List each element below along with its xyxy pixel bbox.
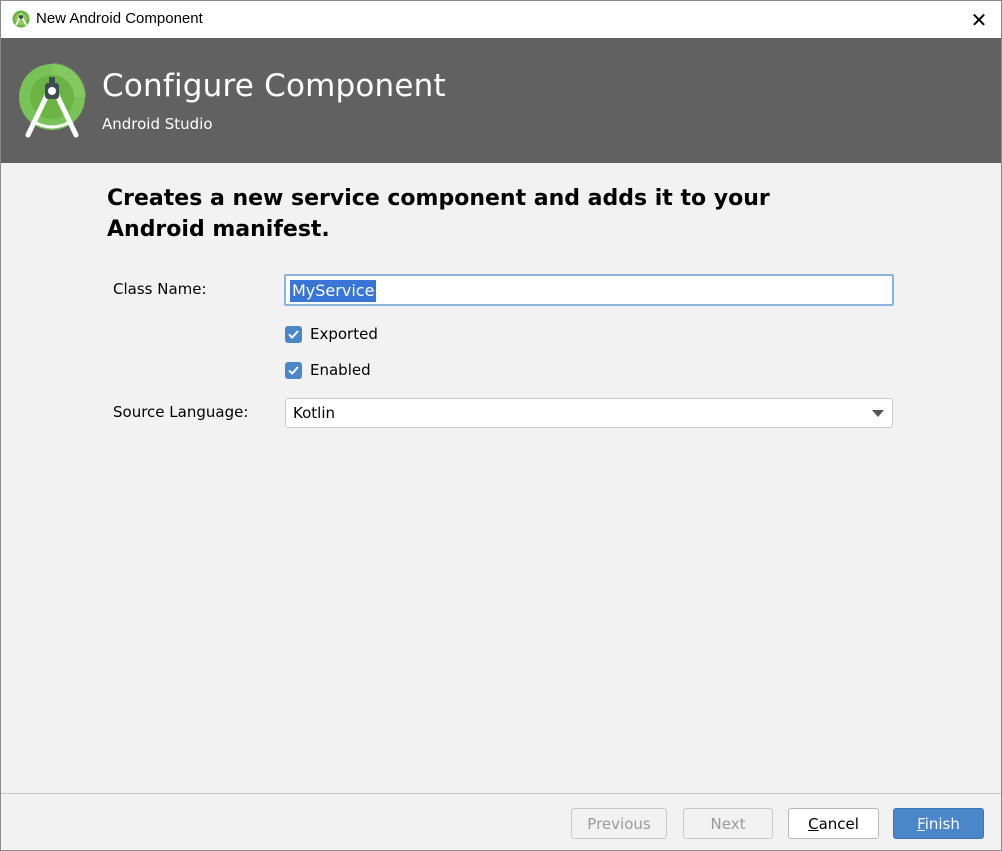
- exported-label: Exported: [310, 325, 378, 343]
- source-language-label: Source Language:: [113, 403, 249, 421]
- wizard-header: Configure Component Android Studio: [1, 38, 1001, 163]
- class-name-input[interactable]: MyService: [284, 274, 894, 306]
- close-button[interactable]: ✕: [957, 1, 1001, 38]
- chevron-down-icon: [872, 410, 884, 417]
- page-title: Configure Component: [102, 68, 446, 104]
- footer-divider: [1, 793, 1001, 794]
- next-label: Next: [710, 814, 746, 833]
- previous-button[interactable]: Previous: [571, 808, 667, 839]
- cancel-button[interactable]: Cancel: [788, 808, 879, 839]
- previous-label: Previous: [587, 814, 651, 833]
- checkbox-checked-icon: [285, 325, 302, 343]
- exported-checkbox[interactable]: Exported: [285, 324, 378, 344]
- finish-button[interactable]: Finish: [893, 808, 984, 839]
- class-name-label: Class Name:: [113, 280, 207, 298]
- android-studio-icon: [12, 10, 30, 28]
- android-studio-logo: [19, 63, 86, 138]
- dialog-window: New Android Component ✕ Configure Compon…: [0, 0, 1002, 851]
- enabled-checkbox[interactable]: Enabled: [285, 360, 371, 380]
- source-language-dropdown[interactable]: Kotlin: [285, 398, 893, 428]
- description-text: Creates a new service component and adds…: [107, 186, 770, 242]
- source-language-value: Kotlin: [293, 404, 335, 422]
- close-icon: ✕: [970, 7, 988, 32]
- window-title: New Android Component: [36, 10, 203, 27]
- finish-label: Finish: [917, 814, 960, 833]
- enabled-label: Enabled: [310, 361, 371, 379]
- page-subtitle: Android Studio: [102, 115, 213, 133]
- cancel-label: Cancel: [808, 814, 859, 833]
- next-button[interactable]: Next: [683, 808, 773, 839]
- checkbox-checked-icon: [285, 361, 302, 379]
- title-bar: New Android Component ✕: [1, 1, 1001, 38]
- class-name-value: MyService: [290, 280, 377, 302]
